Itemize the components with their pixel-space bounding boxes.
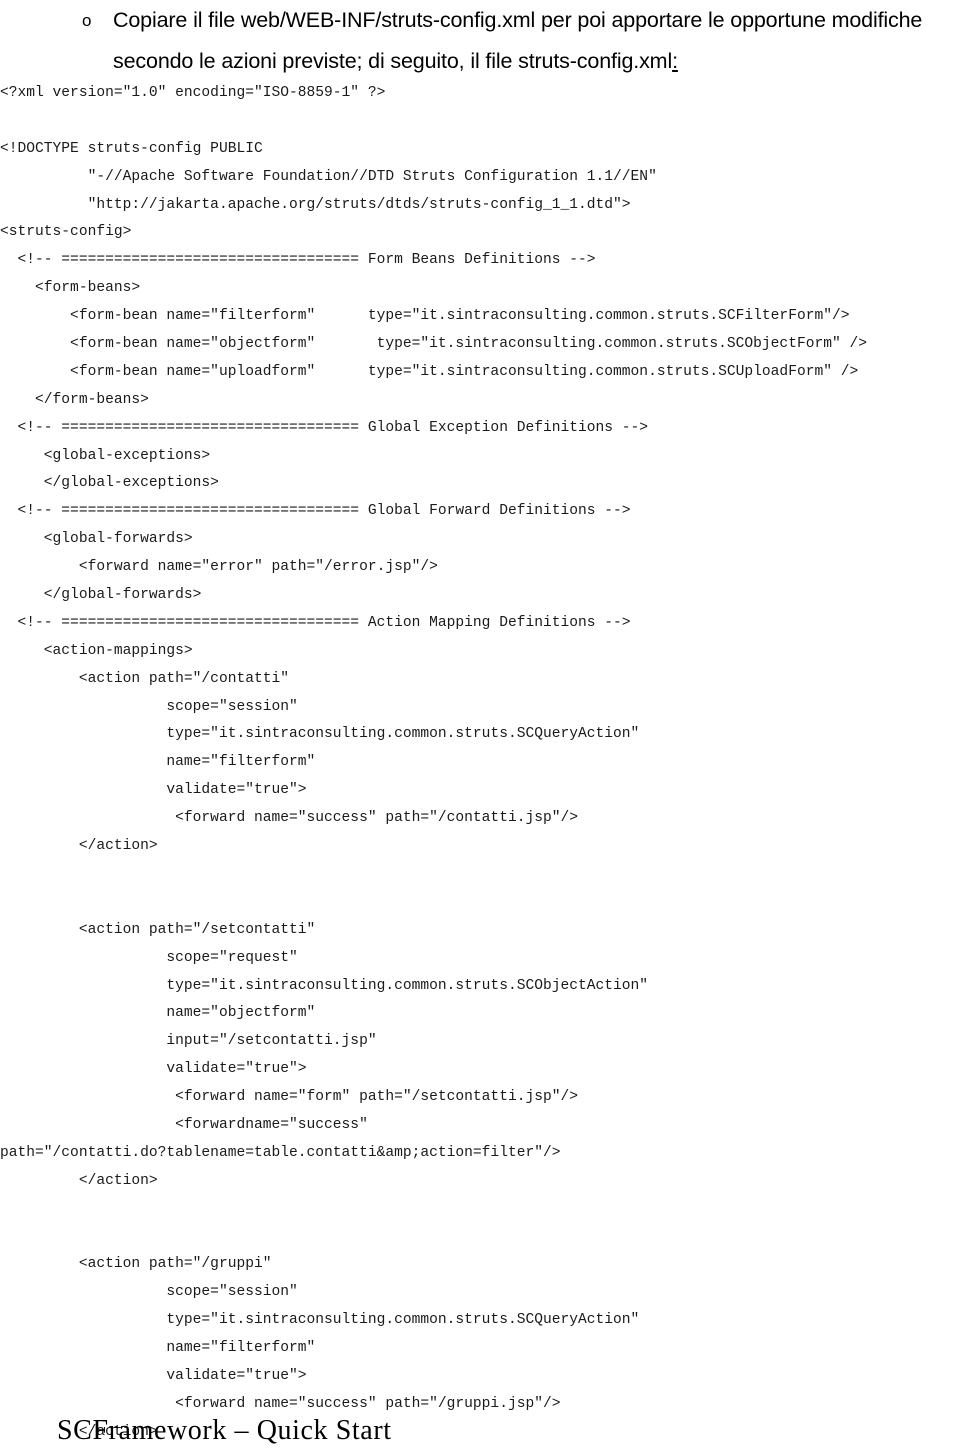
code-line: type="it.sintraconsulting.common.struts.…: [0, 726, 640, 743]
code-line: scope="session": [0, 698, 298, 715]
code-line: input="/setcontatti.jsp": [0, 1033, 377, 1050]
code-line: <action path="/gruppi": [0, 1256, 272, 1273]
code-line: scope="request": [0, 949, 298, 966]
heading-text-line-1: Copiare il file web/WEB-INF/struts-confi…: [113, 8, 923, 32]
code-line: name="objectform": [0, 1005, 316, 1022]
code-line: "http://jakarta.apache.org/struts/dtds/s…: [0, 196, 631, 213]
code-line: <!-- ================================== …: [0, 503, 631, 520]
code-line: validate="true">: [0, 1367, 307, 1384]
code-line: </action>: [0, 1172, 158, 1189]
code-line: <action path="/setcontatti": [0, 921, 316, 938]
code-listing-struts-config: <?xml version="1.0" encoding="ISO-8859-1…: [0, 80, 960, 1447]
code-line: <global-forwards>: [0, 531, 193, 548]
page-footer: SCFramework – Quick Start: [57, 1415, 392, 1446]
code-line: <!-- ================================== …: [0, 614, 631, 631]
code-line: <form-beans>: [0, 280, 141, 297]
code-line: <form-bean name="uploadform" type="it.si…: [0, 363, 859, 380]
code-line: </form-beans>: [0, 391, 149, 408]
code-line: <struts-config>: [0, 224, 132, 241]
document-page: { "heading": { "bullet_glyph": "o", "lin…: [0, 0, 960, 1455]
code-line: type="it.sintraconsulting.common.struts.…: [0, 1312, 640, 1329]
bullet-circle-icon: o: [82, 11, 92, 30]
code-line: </action>: [0, 838, 158, 855]
code-line: <?xml version="1.0" encoding="ISO-8859-1…: [0, 85, 386, 101]
code-line: path="/contatti.do?tablename=table.conta…: [0, 1144, 561, 1161]
code-line: <forward name="success" path="/contatti.…: [0, 810, 579, 827]
code-line: validate="true">: [0, 1061, 307, 1078]
code-line: <!-- ================================== …: [0, 252, 596, 269]
code-line: <action-mappings>: [0, 642, 193, 659]
code-line: <form-bean name="objectform" type="it.si…: [0, 336, 868, 353]
heading-line-2: secondo le azioni previste; di seguito, …: [0, 41, 960, 82]
code-line: type="it.sintraconsulting.common.struts.…: [0, 977, 649, 994]
code-line: <form-bean name="filterform" type="it.si…: [0, 308, 850, 325]
code-line: <!DOCTYPE struts-config PUBLIC: [0, 140, 263, 157]
bulleted-heading: o Copiare il file web/WEB-INF/struts-con…: [0, 0, 960, 82]
code-line: <global-exceptions>: [0, 447, 211, 464]
heading-colon: :: [672, 49, 678, 73]
code-line: </global-forwards>: [0, 587, 202, 604]
code-line: name="filterform": [0, 754, 316, 771]
code-line: <!-- ================================== …: [0, 419, 649, 436]
code-line: <forwardname="success": [0, 1116, 368, 1133]
code-line: name="filterform": [0, 1340, 316, 1357]
heading-text-line-2: secondo le azioni previste; di seguito, …: [113, 49, 673, 73]
code-line: <forward name="form" path="/setcontatti.…: [0, 1089, 579, 1106]
code-line: <action path="/contatti": [0, 670, 290, 687]
code-line: validate="true">: [0, 782, 307, 799]
code-line: </global-exceptions>: [0, 475, 219, 492]
code-line: scope="session": [0, 1284, 298, 1301]
code-line: <forward name="error" path="/error.jsp"/…: [0, 559, 438, 576]
heading-line-1: o Copiare il file web/WEB-INF/struts-con…: [0, 0, 960, 41]
code-line: "-//Apache Software Foundation//DTD Stru…: [0, 168, 657, 185]
